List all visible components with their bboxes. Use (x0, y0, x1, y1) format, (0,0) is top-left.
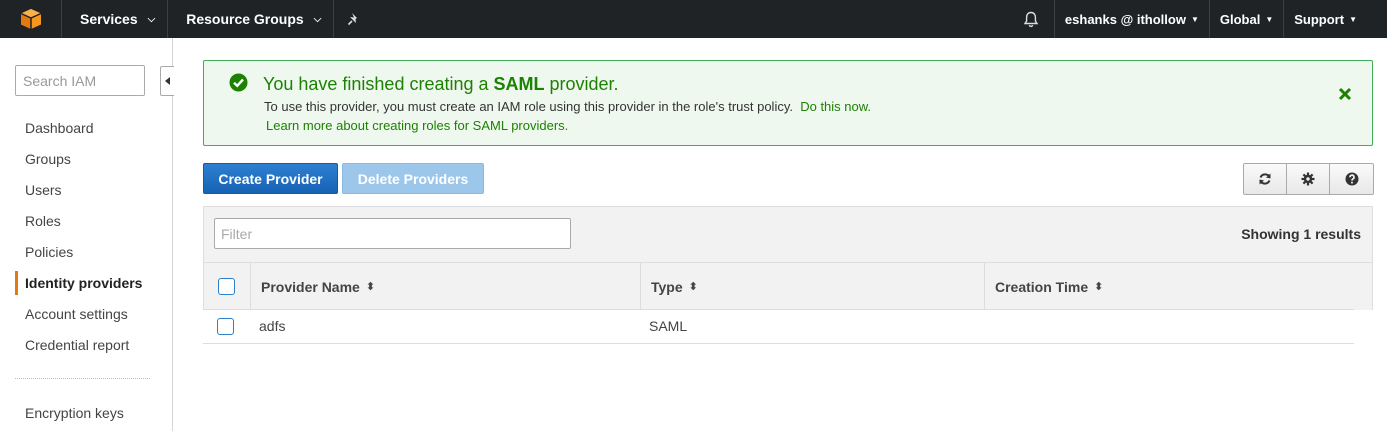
alert-message-text: To use this provider, you must create an… (264, 99, 793, 114)
column-header-creation-time[interactable]: Creation Time ⬍ (985, 263, 1372, 310)
sidebar-item-credential-report[interactable]: Credential report (25, 337, 129, 353)
help-icon (1345, 172, 1358, 186)
table-header: Provider Name ⬍ Type ⬍ Creation Time ⬍ (204, 262, 1372, 310)
providers-table: Showing 1 results Provider Name ⬍ Type ⬍… (203, 206, 1373, 310)
sidebar-item-users[interactable]: Users (25, 182, 62, 198)
column-header-type[interactable]: Type ⬍ (641, 263, 985, 310)
filter-input[interactable] (214, 218, 571, 249)
caret-down-icon: ▼ (1265, 14, 1274, 24)
select-all-cell (204, 263, 251, 310)
column-label: Creation Time (995, 278, 1089, 295)
check-circle-icon (229, 73, 248, 92)
caret-down-icon: ▼ (1349, 14, 1357, 24)
resource-groups-menu[interactable]: Resource Groups ⌵ (168, 0, 335, 38)
sidebar-item-policies[interactable]: Policies (25, 244, 73, 260)
top-nav-bar: Services ⌵ Resource Groups ⌵ eshanks @ i… (0, 0, 1387, 38)
active-indicator (15, 271, 18, 295)
column-label: Provider Name (261, 278, 360, 295)
table-actions-group (1243, 163, 1374, 195)
delete-providers-button[interactable]: Delete Providers (342, 163, 484, 194)
alert-title: You have finished creating a SAML provid… (263, 74, 619, 95)
provider-name-cell[interactable]: adfs (259, 318, 285, 334)
chevron-down-icon: ⌵ (147, 13, 156, 25)
gear-icon (1301, 172, 1315, 186)
caret-down-icon: ▼ (1190, 14, 1199, 24)
account-menu[interactable]: eshanks @ ithollow ▼ (1055, 0, 1210, 38)
do-this-now-link[interactable]: Do this now. (800, 99, 871, 114)
support-menu[interactable]: Support ▼ (1284, 0, 1387, 38)
services-label: Services (80, 11, 138, 27)
search-iam-input[interactable] (15, 65, 145, 96)
alert-title-prefix: You have finished creating a (263, 74, 494, 94)
refresh-icon (1259, 173, 1271, 185)
success-alert: You have finished creating a SAML provid… (203, 60, 1373, 146)
alert-title-suffix: provider. (544, 74, 619, 94)
sort-icon: ⬍ (365, 281, 376, 293)
column-header-provider-name[interactable]: Provider Name ⬍ (251, 263, 641, 310)
caret-left-icon (164, 77, 170, 85)
resource-groups-label: Resource Groups (186, 11, 304, 27)
collapse-sidebar-button[interactable] (160, 66, 174, 96)
sidebar: Dashboard Groups Users Roles Policies Id… (0, 38, 174, 431)
sidebar-item-account-settings[interactable]: Account settings (25, 306, 128, 322)
sidebar-item-encryption-keys[interactable]: Encryption keys (25, 405, 124, 421)
sidebar-item-identity-providers[interactable]: Identity providers (25, 275, 142, 291)
sidebar-item-groups[interactable]: Groups (25, 151, 71, 167)
alert-title-bold: SAML (493, 74, 545, 94)
support-label: Support (1294, 11, 1345, 27)
table-row[interactable]: adfs SAML (203, 309, 1354, 344)
pin-icon[interactable] (334, 0, 374, 38)
sidebar-item-dashboard[interactable]: Dashboard (25, 120, 94, 136)
select-all-checkbox[interactable] (218, 278, 235, 295)
region-menu[interactable]: Global ▼ (1210, 0, 1285, 38)
settings-button[interactable] (1287, 164, 1330, 194)
sort-icon: ⬍ (1094, 281, 1104, 293)
close-icon[interactable] (1338, 84, 1352, 107)
learn-more-link[interactable]: Learn more about creating roles for SAML… (266, 118, 568, 133)
alert-message: To use this provider, you must create an… (264, 99, 871, 114)
refresh-button[interactable] (1244, 164, 1287, 194)
sort-icon: ⬍ (688, 281, 698, 293)
row-checkbox[interactable] (217, 318, 234, 335)
sidebar-item-roles[interactable]: Roles (25, 213, 61, 229)
region-label: Global (1219, 11, 1261, 27)
column-label: Type (651, 278, 683, 295)
type-cell: SAML (649, 318, 688, 334)
results-count: Showing 1 results (1241, 226, 1361, 242)
aws-logo-icon[interactable] (0, 0, 62, 38)
create-provider-button[interactable]: Create Provider (203, 163, 338, 194)
sidebar-divider (15, 378, 150, 379)
account-label: eshanks @ ithollow (1064, 11, 1186, 27)
help-button[interactable] (1330, 164, 1373, 194)
bell-icon[interactable] (1009, 0, 1055, 38)
services-menu[interactable]: Services ⌵ (62, 0, 169, 38)
chevron-down-icon: ⌵ (313, 13, 322, 25)
